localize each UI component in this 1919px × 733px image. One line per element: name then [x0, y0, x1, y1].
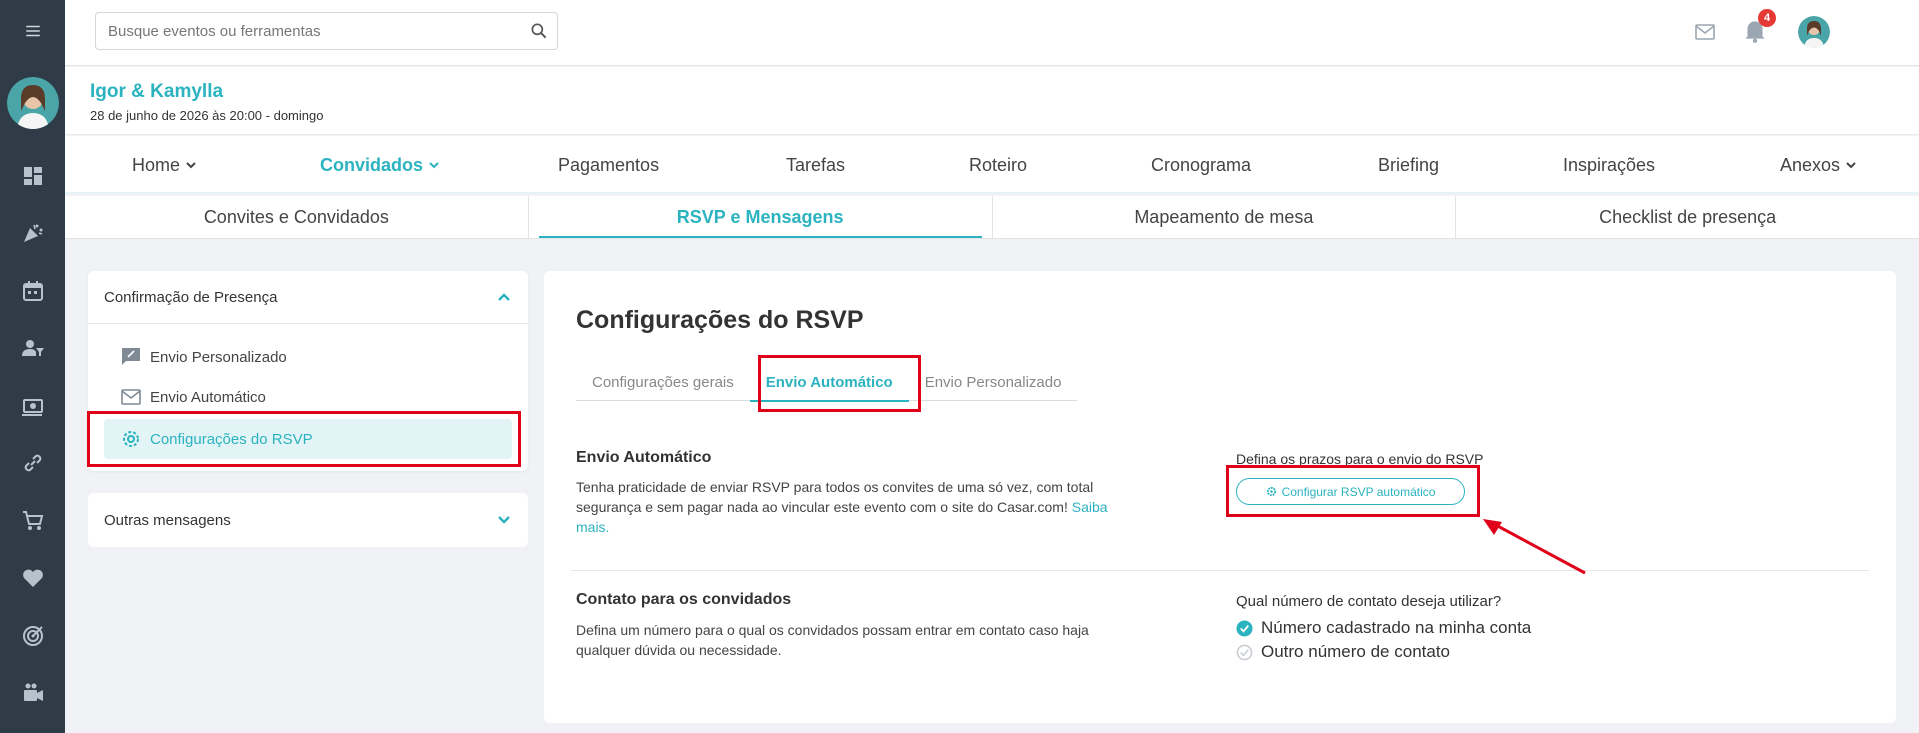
event-name[interactable]: Igor & Kamylla: [90, 81, 223, 103]
menu-envio-automatico[interactable]: Envio Automático: [120, 386, 266, 408]
nav-briefing[interactable]: Briefing: [1378, 136, 1439, 194]
option-other-number[interactable]: Outro número de contato: [1236, 642, 1450, 662]
mail-icon[interactable]: [1693, 20, 1717, 44]
chevron-down-icon: [186, 162, 196, 169]
auto-heading: Envio Automático: [576, 449, 712, 466]
contact-description: Defina um número para o qual os convidad…: [576, 622, 1089, 658]
menu-envio-personalizado-label: Envio Personalizado: [150, 348, 287, 366]
menu-envio-automatico-label: Envio Automático: [150, 388, 266, 406]
section-divider: [571, 570, 1869, 571]
annotation-arrow-icon: [1483, 519, 1586, 575]
confirmation-title: Confirmação de Presença: [104, 288, 278, 306]
chevron-down-icon[interactable]: [496, 512, 512, 528]
nav-anexos[interactable]: Anexos: [1780, 136, 1857, 194]
rsvp-settings-card: Configurações do RSVP Configurações gera…: [544, 271, 1896, 723]
deadline-label: Defina os prazos para o envio do RSVP: [1236, 451, 1484, 467]
search-input[interactable]: [96, 13, 516, 49]
top-bar: [65, 0, 1919, 66]
cart-icon[interactable]: [0, 492, 65, 550]
tab-mapeamento-mesa[interactable]: Mapeamento de mesa: [993, 196, 1457, 238]
confirmation-panel: Confirmação de Presença Envio Personaliz…: [88, 271, 528, 471]
chevron-down-icon: [429, 162, 439, 169]
chevron-up-icon[interactable]: [496, 289, 512, 305]
nav-tarefas[interactable]: Tarefas: [786, 136, 845, 194]
dashboard-icon[interactable]: [0, 147, 65, 205]
sidebar-avatar[interactable]: [6, 77, 59, 129]
gear-icon: [1266, 486, 1276, 497]
page-title: Configurações do RSVP: [576, 306, 864, 334]
message-edit-icon: [122, 348, 140, 365]
other-messages-title: Outras mensagens: [104, 511, 231, 529]
nav-cronograma[interactable]: Cronograma: [1151, 136, 1251, 194]
nav-roteiro[interactable]: Roteiro: [969, 136, 1027, 194]
event-date: 28 de junho de 2026 às 20:00 - domingo: [90, 108, 324, 123]
menu-icon[interactable]: [20, 18, 46, 44]
menu-configuracoes-rsvp[interactable]: Configurações do RSVP: [104, 419, 512, 459]
configure-rsvp-button[interactable]: Configurar RSVP automático: [1236, 478, 1465, 505]
tab-envio-personalizado[interactable]: Envio Personalizado: [909, 363, 1078, 401]
nav-home[interactable]: Home: [132, 136, 197, 194]
heart-icon[interactable]: [0, 550, 65, 608]
tab-convites-convidados[interactable]: Convites e Convidados: [65, 196, 529, 238]
confirmation-header[interactable]: Confirmação de Presença: [88, 271, 528, 324]
tab-checklist-presenca[interactable]: Checklist de presença: [1456, 196, 1919, 238]
user-avatar[interactable]: [1798, 16, 1830, 48]
tab-configuracoes-gerais[interactable]: Configurações gerais: [576, 363, 750, 401]
calendar-icon[interactable]: [0, 262, 65, 320]
check-circle-outline-icon: [1236, 644, 1253, 660]
party-icon[interactable]: [0, 205, 65, 263]
contact-heading: Contato para os convidados: [576, 591, 792, 608]
option-registered-number[interactable]: Número cadastrado na minha conta: [1236, 618, 1531, 638]
tab-envio-automatico[interactable]: Envio Automático: [749, 363, 909, 402]
sub-tabs: Convites e Convidados RSVP e Mensagens M…: [65, 196, 1919, 239]
link-icon[interactable]: [0, 435, 65, 493]
contact-question: Qual número de contato deseja utilizar?: [1236, 593, 1502, 610]
menu-configuracoes-rsvp-label: Configurações do RSVP: [150, 430, 313, 448]
notification-badge: 4: [1758, 9, 1776, 27]
mail-icon: [121, 389, 141, 405]
nav-inspiracoes[interactable]: Inspirações: [1563, 136, 1655, 194]
payment-icon[interactable]: [0, 377, 65, 435]
nav-pagamentos[interactable]: Pagamentos: [558, 136, 659, 194]
menu-envio-personalizado[interactable]: Envio Personalizado: [120, 346, 287, 368]
saiba-mais-link[interactable]: Saiba: [1072, 499, 1108, 515]
other-messages-panel[interactable]: Outras mensagens: [88, 493, 528, 547]
guest-filter-icon[interactable]: [0, 320, 65, 378]
settings-tabs: Configurações gerais Envio Automático En…: [576, 363, 1078, 402]
target-icon[interactable]: [0, 607, 65, 665]
check-circle-icon: [1236, 619, 1253, 637]
gear-icon: [123, 431, 139, 447]
search-box[interactable]: [95, 12, 558, 50]
video-icon[interactable]: [0, 665, 65, 723]
search-icon[interactable]: [529, 21, 549, 41]
nav-convidados[interactable]: Convidados: [320, 136, 440, 194]
tab-rsvp-mensagens[interactable]: RSVP e Mensagens: [529, 196, 993, 238]
event-header: Igor & Kamylla 28 de junho de 2026 às 20…: [65, 67, 1919, 135]
saiba-mais-link-cont[interactable]: mais.: [576, 517, 1196, 537]
main-nav: Home Convidados Pagamentos Tarefas Rotei…: [65, 136, 1919, 194]
auto-description: Tenha praticidade de enviar RSVP para to…: [576, 477, 1196, 537]
app-sidebar: [0, 0, 65, 733]
chevron-down-icon: [1846, 162, 1856, 169]
